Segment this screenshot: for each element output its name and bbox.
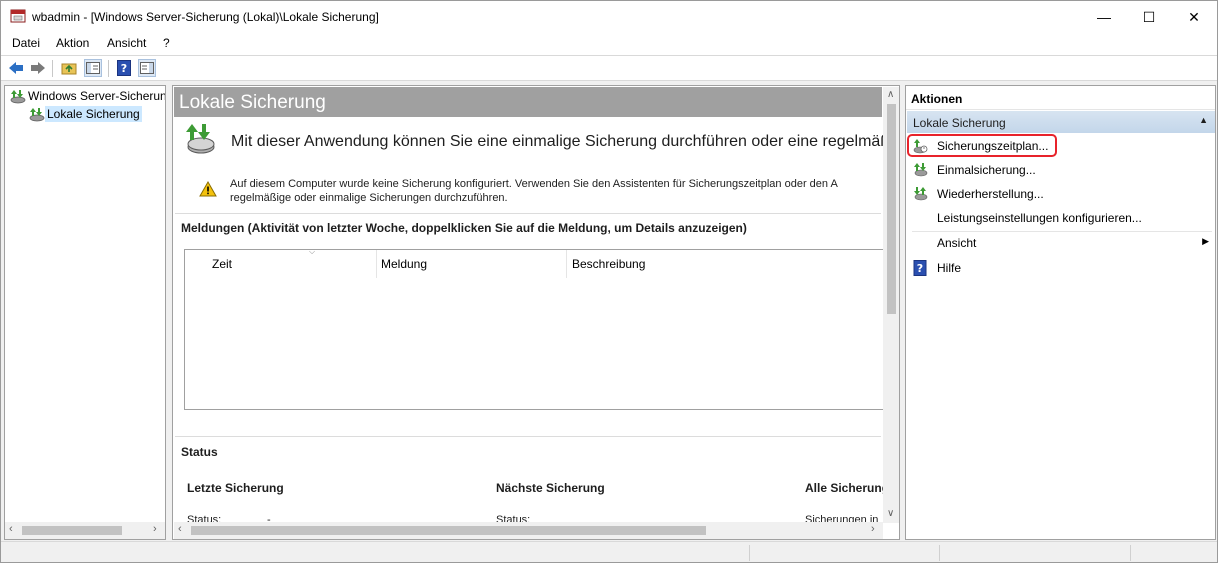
warning-message: Auf diesem Computer wurde keine Sicherun…: [230, 177, 838, 205]
page-title: Lokale Sicherung: [179, 92, 326, 113]
action-label: Hilfe: [937, 261, 962, 275]
forward-button[interactable]: [29, 59, 47, 77]
actions-header: Aktionen: [906, 86, 1215, 110]
column-header-zeit[interactable]: Zeit ⌵: [207, 247, 377, 278]
maximize-button[interactable]: ☐: [1126, 1, 1172, 33]
scroll-right-icon[interactable]: ›: [153, 523, 157, 535]
menu-ansicht[interactable]: Ansicht: [107, 36, 146, 50]
menu-datei[interactable]: Datei: [12, 36, 40, 50]
action-label: Wiederherstellung...: [937, 187, 1044, 201]
section-divider: [175, 213, 881, 214]
help-icon: ?: [117, 60, 131, 76]
close-button[interactable]: ✕: [1171, 1, 1217, 33]
column-header-beschreibung[interactable]: Beschreibung: [567, 250, 867, 278]
scrollbar-thumb[interactable]: [22, 526, 122, 535]
scrollbar-thumb[interactable]: [191, 526, 706, 535]
column-header-meldung[interactable]: Meldung: [376, 250, 566, 278]
up-folder-button[interactable]: [60, 59, 78, 77]
window-title: wbadmin - [Windows Server-Sicherung (Lok…: [32, 10, 379, 24]
highlight-box: [907, 134, 1057, 157]
column-header-label: Beschreibung: [572, 257, 646, 271]
app-window: wbadmin - [Windows Server-Sicherung (Lok…: [0, 0, 1218, 563]
last-backup-heading: Letzte Sicherung: [187, 481, 284, 495]
scroll-right-icon[interactable]: ›: [871, 523, 875, 535]
wbadmin-app-icon: [10, 9, 26, 23]
forward-arrow-icon: [31, 62, 45, 74]
back-button[interactable]: [7, 59, 25, 77]
column-header-label: Meldung: [381, 257, 428, 271]
tree-item-label: Windows Server-Sicherun: [28, 89, 166, 103]
show-hide-pane-button[interactable]: [138, 59, 156, 77]
scrollbar-thumb[interactable]: [887, 104, 896, 314]
scroll-left-icon[interactable]: ‹: [178, 523, 182, 535]
center-horizontal-scrollbar[interactable]: ‹ ›: [174, 522, 883, 539]
warning-line-2: regelmäßige oder einmalige Sicherungen d…: [230, 192, 508, 204]
console-tree-button[interactable]: [84, 59, 102, 77]
intro-text: Mit dieser Anwendung können Sie eine ein…: [231, 133, 900, 150]
tree-item-label: Lokale Sicherung: [45, 106, 142, 122]
folder-up-icon: [61, 63, 77, 75]
help-toolbar-button[interactable]: ?: [115, 59, 133, 77]
actions-title: Aktionen: [911, 92, 963, 106]
center-vertical-scrollbar[interactable]: ∧ ∨: [883, 87, 899, 523]
status-section-title: Status: [181, 445, 218, 459]
section-divider: [175, 436, 881, 437]
minimize-icon: —: [1097, 9, 1111, 25]
tree-item-lokale-sicherung[interactable]: Lokale Sicherung: [27, 106, 142, 122]
menu-help[interactable]: ?: [163, 36, 170, 50]
backup-large-icon: [186, 124, 215, 154]
action-einmalsicherung[interactable]: Einmalsicherung...: [906, 159, 1215, 181]
menu-bar: Datei Aktion Ansicht ?: [1, 33, 1217, 55]
menu-aktion[interactable]: Aktion: [56, 36, 89, 50]
action-label: Leistungseinstellungen konfigurieren...: [937, 211, 1142, 225]
actions-group-lokale-sicherung[interactable]: Lokale Sicherung ▲: [907, 111, 1215, 133]
show-hide-pane-icon: [140, 62, 154, 74]
tree-item-windows-server-sicherung[interactable]: Windows Server-Sicherun: [8, 88, 166, 104]
collapse-up-icon[interactable]: ▲: [1199, 115, 1208, 125]
backup-icon: [29, 108, 45, 122]
scroll-left-icon[interactable]: ‹: [9, 523, 13, 535]
action-hilfe[interactable]: ? Hilfe: [906, 257, 1215, 279]
next-backup-heading: Nächste Sicherung: [496, 481, 605, 495]
minimize-button[interactable]: —: [1081, 1, 1127, 33]
submenu-arrow-icon: ▶: [1202, 236, 1209, 246]
recover-icon: [914, 187, 928, 201]
messages-table[interactable]: Zeit ⌵ Meldung Beschreibung: [184, 247, 884, 410]
sort-descending-icon: ⌵: [309, 247, 316, 256]
help-icon: ?: [913, 260, 927, 276]
warning-icon: [199, 181, 217, 197]
maximize-icon: ☐: [1142, 8, 1156, 25]
close-icon: ✕: [1188, 8, 1200, 25]
action-leistungseinstellungen[interactable]: Leistungseinstellungen konfigurieren...: [906, 207, 1215, 229]
console-tree: Windows Server-Sicherun Lokale Sicherung…: [4, 85, 166, 540]
scroll-down-icon[interactable]: ∨: [887, 508, 894, 519]
toolbar: ?: [1, 55, 1217, 81]
messages-section-title: Meldungen (Aktivität von letzter Woche, …: [181, 221, 747, 235]
action-ansicht[interactable]: Ansicht ▶: [906, 232, 1215, 254]
all-backups-heading: Alle Sicherung: [805, 481, 890, 495]
warning-line-1: Auf diesem Computer wurde keine Sicherun…: [230, 178, 838, 190]
center-pane-header: Lokale Sicherung: [174, 87, 882, 117]
action-label: Ansicht: [937, 236, 977, 250]
actions-group-title: Lokale Sicherung: [913, 116, 1006, 130]
svg-text:?: ?: [121, 62, 127, 75]
column-header-label: Zeit: [212, 257, 233, 271]
action-label: Einmalsicherung...: [937, 163, 1036, 177]
console-tree-icon: [86, 62, 100, 74]
backup-icon: [10, 90, 26, 104]
svg-text:?: ?: [917, 262, 923, 275]
scroll-up-icon[interactable]: ∧: [887, 89, 894, 100]
backup-once-icon: [914, 163, 928, 177]
title-bar: wbadmin - [Windows Server-Sicherung (Lok…: [1, 1, 1217, 33]
action-wiederherstellung[interactable]: Wiederherstellung...: [906, 183, 1215, 205]
status-bar: [1, 541, 1217, 562]
back-arrow-icon: [9, 62, 23, 74]
center-pane: Lokale Sicherung Mit dieser Anwendung kö…: [172, 85, 900, 540]
actions-pane: Aktionen Lokale Sicherung ▲ Sicherungsze…: [905, 85, 1216, 540]
tree-horizontal-scrollbar[interactable]: ‹ ›: [5, 522, 165, 539]
